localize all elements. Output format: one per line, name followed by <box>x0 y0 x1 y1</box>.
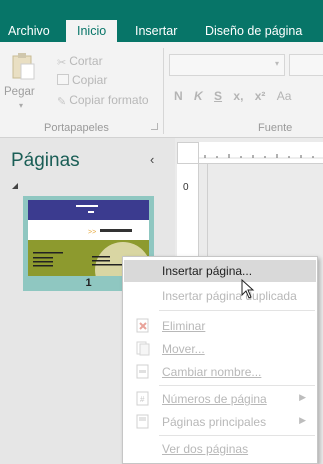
delete-page-icon <box>136 318 149 333</box>
font-group-label: Fuente <box>258 122 293 134</box>
menu-separator <box>159 435 315 436</box>
svg-text:#: # <box>140 395 145 404</box>
menu-master-pages[interactable]: Páginas principales ▶ <box>124 411 316 433</box>
bold-button[interactable]: N <box>174 89 183 103</box>
vertical-ruler-zero: 0 <box>183 182 189 193</box>
menu-two-page-view-label: Ver dos páginas <box>162 442 249 456</box>
font-name-combobox[interactable]: ▾ <box>169 54 285 76</box>
menu-insert-duplicate-page-label: Insertar página duplicada <box>162 289 297 303</box>
copy-button[interactable]: Copiar <box>57 73 107 87</box>
paste-label: Pegar <box>4 86 35 98</box>
submenu-arrow-icon: ▶ <box>299 392 306 402</box>
ruler-corner <box>177 142 199 164</box>
menu-delete-label: Eliminar <box>162 319 206 333</box>
chevron-down-icon: ▾ <box>274 59 279 68</box>
ruler-ticks <box>199 154 323 159</box>
font-format-buttons: N K S x, x² Aa <box>174 89 291 103</box>
svg-text:>>: >> <box>88 229 96 236</box>
menu-separator <box>159 385 315 386</box>
menu-move[interactable]: Mover... <box>124 338 316 360</box>
menu-insert-page-label: Insertar página... <box>162 264 253 278</box>
dialog-launcher-icon[interactable] <box>151 123 158 130</box>
mouse-pointer-icon <box>241 279 255 299</box>
underline-button[interactable]: S <box>214 89 222 103</box>
superscript-button[interactable]: x² <box>255 89 266 103</box>
paste-button[interactable]: Pegar ▾ <box>4 50 42 110</box>
menu-delete[interactable]: Eliminar <box>124 315 316 337</box>
format-painter-label: Copiar formato <box>69 93 149 107</box>
menu-rename[interactable]: Cambiar nombre... <box>124 361 316 383</box>
copy-icon <box>57 74 69 85</box>
tab-inicio[interactable]: Inicio <box>66 20 118 42</box>
subscript-button[interactable]: x, <box>233 89 243 103</box>
menu-insert-duplicate-page[interactable]: Insertar página duplicada <box>124 285 316 307</box>
collapse-pane-icon[interactable]: ‹ <box>150 152 154 167</box>
tab-insertar[interactable]: Insertar <box>135 24 177 42</box>
tab-archivo[interactable]: Archivo <box>8 24 50 42</box>
paintbrush-icon: ✎ <box>57 96 67 108</box>
cut-label: Cortar <box>69 54 103 68</box>
change-case-button[interactable]: Aa <box>277 89 292 103</box>
ribbon-tab-bar: Archivo Inicio Insertar Diseño de página <box>0 0 323 42</box>
rename-page-icon <box>136 364 149 379</box>
horizontal-ruler <box>199 142 323 164</box>
group-divider <box>163 48 164 134</box>
menu-page-numbers-label: Números de página <box>162 392 267 406</box>
menu-move-label: Mover... <box>162 342 205 356</box>
format-painter-button[interactable]: ✎ Copiar formato <box>57 93 149 108</box>
paste-dropdown-icon[interactable]: ▾ <box>19 101 23 110</box>
page-context-menu: Insertar página... Insertar página dupli… <box>122 256 318 464</box>
menu-master-pages-label: Páginas principales <box>162 415 267 429</box>
copy-label: Copiar <box>72 73 108 87</box>
menu-insert-page[interactable]: Insertar página... <box>124 260 316 282</box>
master-pages-icon <box>136 414 149 429</box>
expand-triangle-icon[interactable] <box>12 183 18 189</box>
pages-pane-title: Páginas <box>11 150 80 171</box>
move-page-icon <box>136 341 150 356</box>
menu-two-page-view[interactable]: Ver dos páginas <box>124 438 316 460</box>
submenu-arrow-icon: ▶ <box>299 415 306 425</box>
menu-page-numbers[interactable]: # Números de página ▶ <box>124 388 316 410</box>
menu-rename-label: Cambiar nombre... <box>162 365 262 379</box>
clipboard-icon <box>12 53 35 80</box>
italic-button[interactable]: K <box>194 89 203 103</box>
menu-separator <box>159 310 315 311</box>
ribbon: Pegar ▾ ✂ Cortar Copiar ✎ Copiar formato P… <box>0 42 323 138</box>
font-size-combobox[interactable] <box>289 54 323 76</box>
page-numbers-icon: # <box>136 391 149 406</box>
scissors-icon: ✂ <box>57 57 67 69</box>
clipboard-group-label: Portapapeles <box>44 122 109 134</box>
tab-diseno-de-pagina[interactable]: Diseño de página <box>205 24 302 42</box>
cut-button[interactable]: ✂ Cortar <box>57 54 103 69</box>
